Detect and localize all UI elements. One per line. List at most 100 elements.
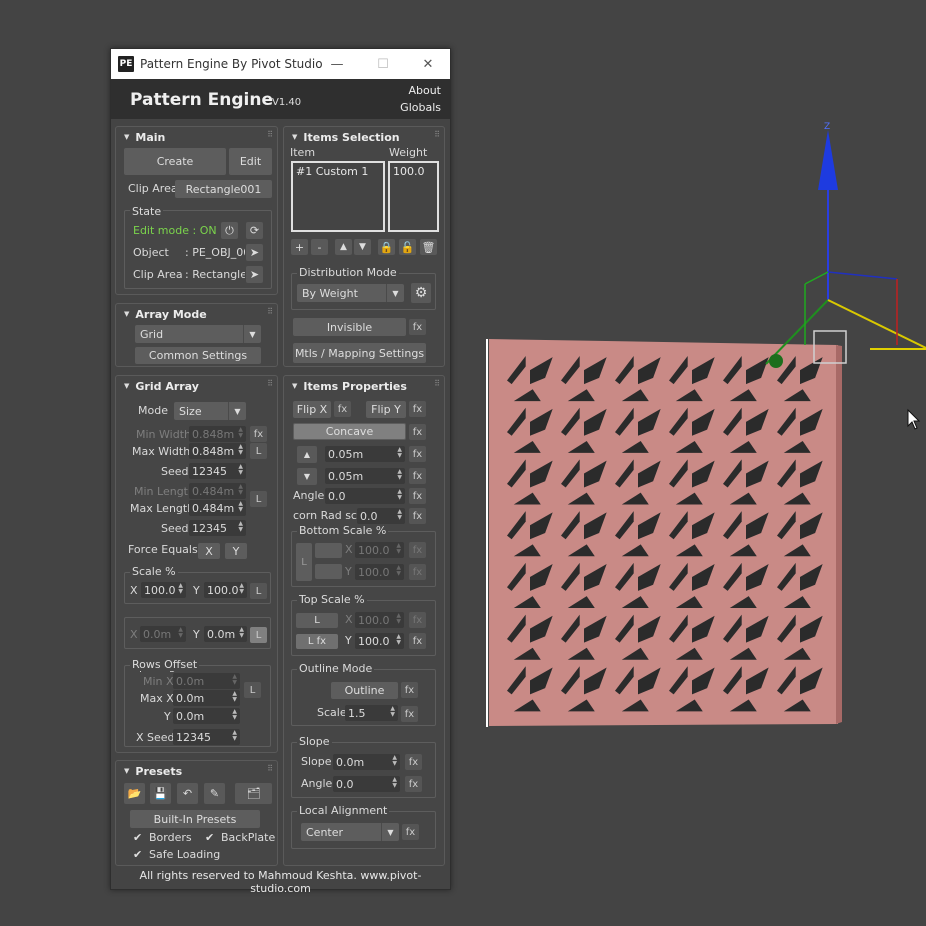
local-alignment-fx[interactable]: fx bbox=[402, 824, 419, 840]
presets-rollout-header[interactable]: ▼ Presets bbox=[116, 763, 182, 779]
array-mode-rollout-header[interactable]: ▼ Array Mode bbox=[116, 306, 207, 322]
scale-y-spinner[interactable]: 100.0 ▲ ▼ bbox=[204, 582, 247, 598]
move-down-button[interactable]: ▼ bbox=[354, 239, 371, 255]
x-seed-spinner[interactable]: 12345 ▲ ▼ bbox=[173, 729, 240, 745]
corner-radius-spinner[interactable]: 0.0 ▲ ▼ bbox=[357, 508, 405, 524]
angle-fx[interactable]: fx bbox=[409, 488, 426, 504]
corner-radius-fx[interactable]: fx bbox=[409, 508, 426, 524]
slope-angle-fx[interactable]: fx bbox=[405, 776, 422, 792]
top-scale-y-fx[interactable]: fx bbox=[409, 633, 426, 649]
max-width-lock[interactable]: L bbox=[250, 443, 267, 459]
top-scale-y-spinner[interactable]: 100.0 ▲ ▼ bbox=[355, 633, 404, 649]
scale-lock[interactable]: L bbox=[250, 583, 267, 599]
flip-y-fx[interactable]: fx bbox=[409, 401, 426, 417]
globals-link[interactable]: Globals bbox=[400, 101, 441, 114]
edit-button[interactable]: Edit bbox=[229, 148, 272, 175]
min-width-fx[interactable]: fx bbox=[250, 426, 267, 442]
close-button[interactable]: ✕ bbox=[405, 49, 451, 79]
built-in-presets-button[interactable]: Built-In Presets bbox=[130, 810, 260, 828]
refresh-icon[interactable]: ⟳ bbox=[246, 222, 263, 239]
bottom-scale-y-toggle[interactable] bbox=[315, 564, 342, 579]
array-mode-dropdown[interactable]: Grid ▼ bbox=[135, 325, 261, 343]
bottom-depth-fx[interactable]: fx bbox=[409, 468, 426, 484]
title-bar[interactable]: PE Pattern Engine By Pivot Studio — ☐ ✕ bbox=[111, 49, 450, 79]
outline-fx[interactable]: fx bbox=[401, 682, 418, 698]
pick-clip-icon[interactable]: ➤ bbox=[246, 266, 263, 283]
app-header: Pattern Engine V1.40 About Globals bbox=[111, 79, 450, 119]
folder-library-icon[interactable]: 🗂 bbox=[235, 783, 272, 804]
bottom-depth-spinner[interactable]: 0.05m ▲ ▼ bbox=[325, 468, 405, 484]
local-alignment-dropdown[interactable]: Center ▼ bbox=[301, 823, 399, 841]
force-y-button[interactable]: Y bbox=[225, 543, 247, 559]
list-item[interactable]: #1 Custom 1 bbox=[296, 165, 368, 178]
rows-y-spinner[interactable]: 0.0m ▲ ▼ bbox=[173, 708, 240, 724]
flip-x-fx[interactable]: fx bbox=[334, 401, 351, 417]
safe-loading-checkbox[interactable]: ✔ Safe Loading bbox=[133, 848, 220, 861]
rows-offset-lock[interactable]: L bbox=[244, 682, 261, 698]
invisible-fx[interactable]: fx bbox=[409, 319, 426, 335]
pick-object-icon[interactable]: ➤ bbox=[246, 244, 263, 261]
outline-button[interactable]: Outline bbox=[331, 682, 398, 699]
bottom-scale-y-fx: fx bbox=[409, 564, 426, 580]
mode-dropdown[interactable]: Size ▼ bbox=[174, 402, 246, 420]
item-list[interactable]: #1 Custom 1 bbox=[291, 161, 385, 232]
open-folder-icon[interactable]: 📂 bbox=[124, 783, 145, 804]
power-icon[interactable]: ⏻ bbox=[221, 222, 238, 239]
invisible-button[interactable]: Invisible bbox=[293, 318, 406, 336]
scale-x-spinner[interactable]: 100.0 ▲ ▼ bbox=[141, 582, 186, 598]
trash-icon[interactable]: 🗑 bbox=[420, 239, 437, 255]
top-depth-spinner[interactable]: 0.05m ▲ ▼ bbox=[325, 446, 405, 462]
items-selection-rollout-header[interactable]: ▼ Items Selection bbox=[284, 129, 400, 145]
concave-button[interactable]: Concave bbox=[293, 423, 406, 440]
spacing-lock[interactable]: L bbox=[250, 627, 267, 643]
slope-angle-spinner[interactable]: 0.0 ▲ ▼ bbox=[333, 776, 400, 792]
move-up-button[interactable]: ▲ bbox=[335, 239, 352, 255]
clip-area-picker[interactable]: Rectangle001 bbox=[175, 180, 272, 198]
max-width-spinner[interactable]: 0.848m ▲ ▼ bbox=[189, 443, 246, 459]
remove-item-button[interactable]: - bbox=[311, 239, 328, 255]
slope-spinner[interactable]: 0.0m ▲ ▼ bbox=[333, 754, 400, 770]
seed-width-spinner[interactable]: 12345 ▲ ▼ bbox=[189, 463, 246, 479]
top-scale-lock[interactable]: L bbox=[296, 613, 338, 628]
pattern-panel-object[interactable] bbox=[489, 339, 842, 726]
outline-scale-spinner[interactable]: 1.5 ▲ ▼ bbox=[345, 705, 398, 721]
seed-length-spinner[interactable]: 12345 ▲ ▼ bbox=[189, 520, 246, 536]
transform-gizmo[interactable]: Z bbox=[765, 122, 926, 368]
angle-spinner[interactable]: 0.0 ▲ ▼ bbox=[325, 488, 405, 504]
unlock-icon[interactable]: 🔓 bbox=[399, 239, 416, 255]
lock-icon[interactable]: 🔒 bbox=[378, 239, 395, 255]
save-icon[interactable]: 💾 bbox=[150, 783, 171, 804]
grid-array-rollout-header[interactable]: ▼ Grid Array bbox=[116, 378, 199, 394]
spacing-y-spinner[interactable]: 0.0m ▲ ▼ bbox=[204, 626, 247, 642]
concave-fx[interactable]: fx bbox=[409, 424, 426, 440]
list-item[interactable]: 100.0 bbox=[393, 165, 425, 178]
max-length-spinner[interactable]: 0.484m ▲ ▼ bbox=[189, 500, 246, 516]
main-rollout-header[interactable]: ▼ Main bbox=[116, 129, 165, 145]
borders-checkbox[interactable]: ✔ Borders bbox=[133, 831, 192, 844]
items-properties-rollout-header[interactable]: ▼ Items Properties bbox=[284, 378, 407, 394]
slope-fx[interactable]: fx bbox=[405, 754, 422, 770]
eyedropper-icon[interactable]: ✎ bbox=[204, 783, 225, 804]
length-lock[interactable]: L bbox=[250, 491, 267, 507]
bottom-scale-lock[interactable]: L bbox=[296, 543, 312, 581]
about-link[interactable]: About bbox=[408, 84, 441, 97]
undo-icon[interactable]: ↶ bbox=[177, 783, 198, 804]
max-x-spinner[interactable]: 0.0m ▲ ▼ bbox=[173, 690, 240, 706]
weight-list[interactable]: 100.0 bbox=[388, 161, 439, 232]
gear-icon[interactable]: ⚙ bbox=[411, 283, 431, 303]
create-button[interactable]: Create bbox=[124, 148, 226, 175]
mtls-mapping-button[interactable]: Mtls / Mapping Settings bbox=[293, 343, 426, 363]
backplate-checkbox[interactable]: ✔ BackPlate bbox=[205, 831, 275, 844]
add-item-button[interactable]: + bbox=[291, 239, 308, 255]
outline-scale-fx[interactable]: fx bbox=[401, 706, 418, 722]
minimize-button[interactable]: — bbox=[314, 49, 360, 79]
maximize-button[interactable]: ☐ bbox=[360, 49, 406, 79]
force-x-button[interactable]: X bbox=[198, 543, 220, 559]
top-scale-lfx-button[interactable]: L fx bbox=[296, 634, 338, 649]
common-settings-button[interactable]: Common Settings bbox=[135, 347, 261, 364]
distribution-dropdown[interactable]: By Weight ▼ bbox=[297, 284, 404, 302]
flip-y-button[interactable]: Flip Y bbox=[366, 401, 406, 418]
flip-x-button[interactable]: Flip X bbox=[293, 401, 331, 418]
bottom-scale-x-toggle[interactable] bbox=[315, 543, 342, 558]
top-depth-fx[interactable]: fx bbox=[409, 446, 426, 462]
